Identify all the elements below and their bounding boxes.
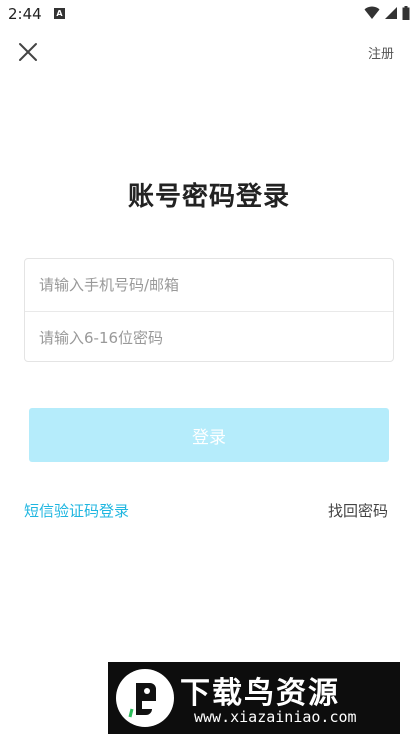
- sms-login-link[interactable]: 短信验证码登录: [24, 500, 129, 521]
- login-form: [24, 258, 394, 364]
- signal-icon: [385, 7, 397, 19]
- status-bar: 2:44 A: [0, 0, 418, 28]
- login-button[interactable]: 登录: [29, 408, 389, 462]
- notification-icon: A: [54, 8, 65, 19]
- status-icons: [364, 6, 410, 20]
- phone-email-input[interactable]: [25, 259, 393, 311]
- page-title: 账号密码登录: [127, 182, 290, 212]
- password-input[interactable]: [25, 312, 393, 364]
- wifi-icon: [364, 6, 380, 19]
- close-button[interactable]: [16, 40, 40, 64]
- status-time: 2:44: [8, 5, 42, 23]
- bird-logo-icon: [116, 669, 174, 727]
- watermark-banner: 下载鸟资源 www.xiazainiao.com: [108, 662, 400, 734]
- battery-icon: [402, 6, 410, 20]
- watermark-url: www.xiazainiao.com: [194, 708, 357, 726]
- watermark-title: 下载鸟资源: [180, 676, 340, 711]
- forgot-password-link[interactable]: 找回密码: [328, 500, 388, 521]
- register-link[interactable]: 注册: [368, 43, 394, 62]
- close-icon: [19, 43, 37, 61]
